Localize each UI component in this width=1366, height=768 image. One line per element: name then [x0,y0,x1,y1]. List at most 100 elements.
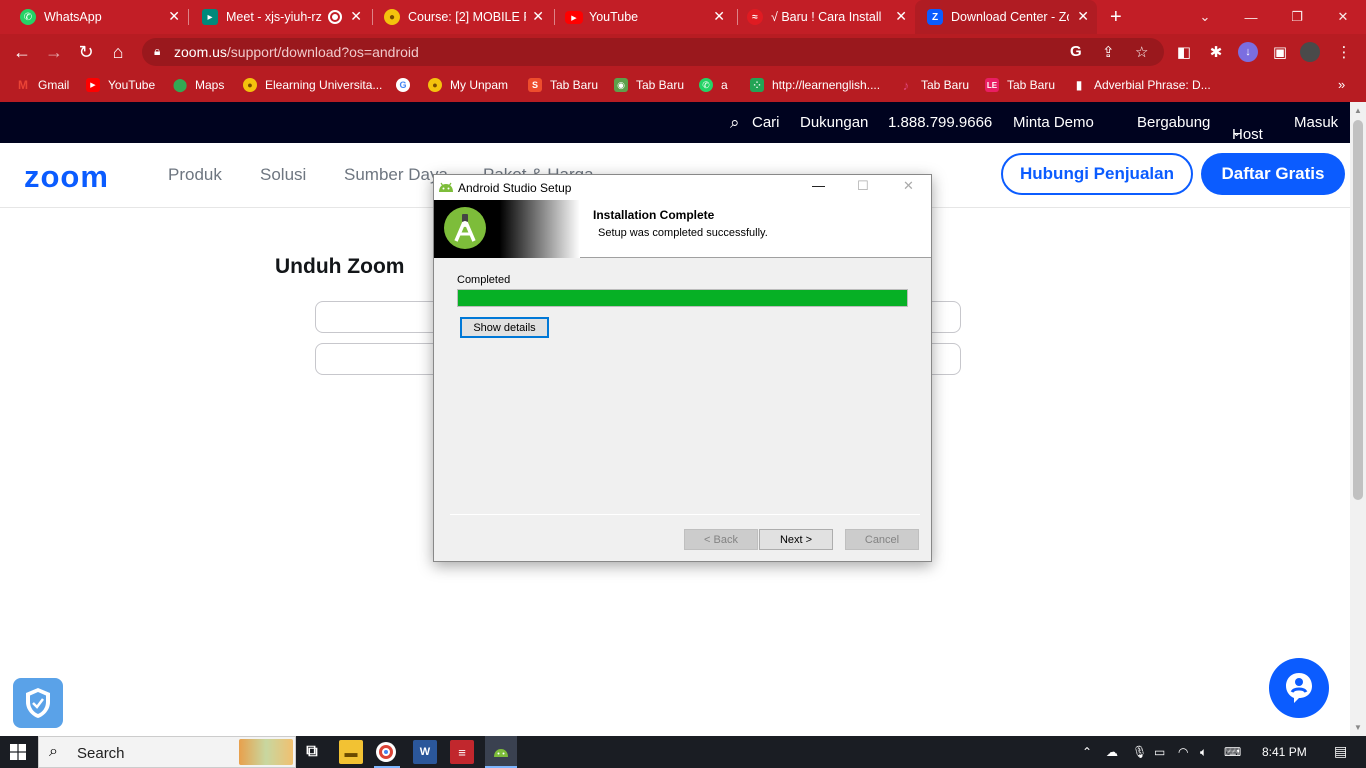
google-lens-icon[interactable]: G [1070,43,1082,60]
zoom-icon: Z [927,9,943,25]
chevron-up-icon[interactable]: ⌃ [1082,745,1092,759]
home-icon[interactable]: ⌂ [106,40,130,64]
share-icon[interactable]: ⇪ [1102,43,1115,61]
support-link[interactable]: Dukungan [800,114,868,131]
address-bar[interactable]: 🔒︎ zoom.us/support/download?os=android G… [142,38,1164,66]
tab-meet[interactable]: ▸ Meet - xjs-yiuh-rz ✕ [182,0,370,34]
close-icon[interactable]: ✕ [903,178,914,194]
tab-course[interactable]: ● Course: [2] MOBILE PR ✕ [364,0,552,34]
owl-icon: ◉ [614,78,628,92]
bookmark-tab-baru-2[interactable]: ◉ Tab Baru [614,78,684,92]
task-view-icon[interactable]: ⧉ [300,740,324,764]
bookmark-tab-baru-3[interactable]: ♪ Tab Baru [899,78,969,93]
system-tray: ⌃ ☁ 🎙︎ ▭ ◠ 🔈︎ ⌨ 8:41 PM ▤ [1066,736,1366,768]
close-tab-icon[interactable]: ✕ [895,8,907,25]
tab-download-center[interactable]: Z Download Center - Zo ✕ [915,0,1097,34]
search-icon[interactable]: ⌕ [730,113,740,133]
signin-link[interactable]: Masuk [1294,114,1338,131]
contact-sales-button[interactable]: Hubungi Penjualan [1001,153,1193,195]
forward-arrow-icon[interactable]: → [42,40,66,64]
scrollbar-thumb[interactable] [1353,120,1363,500]
wifi-icon[interactable]: ◠ [1178,745,1188,759]
tab-search-icon[interactable]: ⌄ [1182,0,1228,34]
battery-icon[interactable]: ▭ [1154,745,1165,759]
bookmark-maps[interactable]: ⬤ Maps [172,77,225,92]
extension-icon[interactable]: ◧ [1174,42,1194,62]
keyboard-icon[interactable]: ⌨ [1224,745,1241,759]
next-button[interactable]: Next > [759,529,833,550]
bookmark-elearning[interactable]: ● Elearning Universita... [243,78,382,92]
close-tab-icon[interactable]: ✕ [350,8,362,25]
lock-icon[interactable]: 🔒︎ [154,44,160,59]
google-meet-icon: ▸ [202,9,218,25]
bookmark-my-unpam[interactable]: ● My Unpam [428,78,508,92]
word-icon[interactable]: W [413,740,437,764]
file-explorer-icon[interactable]: ▬ [339,740,363,764]
search-link[interactable]: Cari [752,114,780,131]
zoom-logo[interactable]: zoom [24,159,109,195]
android-studio-taskbar-icon[interactable] [485,736,517,768]
close-window-icon[interactable]: ✕ [1320,0,1366,34]
close-tab-icon[interactable]: ✕ [168,8,180,25]
dialog-title: Android Studio Setup [458,181,572,195]
taskbar-search-box[interactable]: ⌕ Search [38,736,296,768]
cloud-icon[interactable]: ☁ [1106,745,1118,759]
menu-kebab-icon[interactable]: ⋮ [1334,42,1354,62]
avatar[interactable] [1300,42,1320,62]
phone-link[interactable]: 1.888.799.9666 [888,114,992,131]
tab-youtube[interactable]: ▶ YouTube ✕ [545,0,733,34]
chevron-down-icon: ⌄ [1232,127,1242,139]
puzzle-extensions-icon[interactable]: ✱ [1206,42,1226,62]
close-tab-icon[interactable]: ✕ [532,8,544,25]
scroll-up-icon[interactable]: ▲ [1354,106,1362,115]
chrome-icon[interactable] [376,742,396,762]
tab-title: √ Baru ! Cara Install An [771,10,883,24]
bookmark-youtube[interactable]: ▶ YouTube [86,78,155,92]
restore-icon[interactable]: ❐ [1274,0,1320,34]
windows-start-icon[interactable] [10,744,26,760]
scroll-down-icon[interactable]: ▼ [1354,723,1362,732]
tab-title: Meet - xjs-yiuh-rz [226,10,322,24]
close-tab-icon[interactable]: ✕ [713,8,725,25]
bookmark-adverbial[interactable]: ▮ Adverbial Phrase: D... [1072,78,1211,92]
bookmark-star-icon[interactable]: ☆ [1135,43,1148,61]
nav-solusi[interactable]: Solusi [260,165,306,185]
nav-produk[interactable]: Produk [168,165,222,185]
dialog-titlebar[interactable]: Android Studio Setup — ☐ ✕ [434,175,931,200]
back-arrow-icon[interactable]: ← [10,40,34,64]
tab-install-article[interactable]: ≈ √ Baru ! Cara Install An ✕ [727,0,915,34]
join-link[interactable]: Bergabung [1137,114,1210,131]
demo-link[interactable]: Minta Demo [1013,114,1094,131]
bookmark-tab-baru-1[interactable]: S Tab Baru [528,78,598,92]
volume-icon[interactable]: 🔈︎ [1200,745,1207,760]
browser-tab-strip: ✆ WhatsApp ✕ ▸ Meet - xjs-yiuh-rz ✕ ● Co… [0,0,1366,34]
minimize-icon[interactable]: — [1228,0,1274,34]
url-text[interactable]: zoom.us/support/download?os=android [174,44,419,60]
bookmark-learnenglish[interactable]: ⁘ http://learnenglish.... [750,78,880,92]
microphone-icon[interactable]: 🎙︎ [1132,745,1147,759]
show-details-button[interactable]: Show details [460,317,549,338]
side-panel-icon[interactable]: ▣ [1270,42,1290,62]
download-icon[interactable]: ↓ [1238,42,1258,62]
winrar-icon[interactable]: ≡ [450,740,474,764]
bookmark-tab-baru-4[interactable]: LE Tab Baru [985,78,1055,92]
more-bookmarks-icon[interactable]: » [1338,77,1345,92]
bookmark-a[interactable]: ✆ a [699,78,728,92]
minimize-icon[interactable]: — [812,178,825,193]
chat-support-button[interactable] [1269,658,1329,718]
page-scrollbar[interactable]: ▲ ▼ [1350,102,1366,736]
close-tab-icon[interactable]: ✕ [1077,8,1089,25]
bookmark-google[interactable]: G [396,78,418,92]
notifications-icon[interactable]: ▤ [1334,743,1347,760]
maps-icon: ⬤ [172,77,188,92]
tab-title: Course: [2] MOBILE PR [408,10,526,24]
clock[interactable]: 8:41 PM [1262,745,1307,759]
shield-extension-button[interactable] [13,678,63,728]
reload-icon[interactable]: ↻ [74,40,98,64]
bookmark-label: Maps [195,78,225,92]
installer-banner [434,200,580,258]
bookmark-gmail[interactable]: M Gmail [16,78,69,92]
new-tab-icon[interactable]: + [1110,6,1122,29]
tab-whatsapp[interactable]: ✆ WhatsApp ✕ [0,0,188,34]
signup-free-button[interactable]: Daftar Gratis [1201,153,1345,195]
